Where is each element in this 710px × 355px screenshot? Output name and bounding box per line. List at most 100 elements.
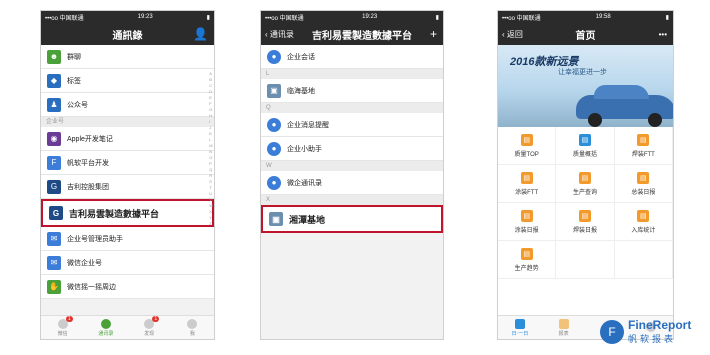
person-icon: [187, 318, 198, 329]
section-header: W: [261, 161, 443, 171]
list-item[interactable]: G 吉利控股集团: [41, 175, 214, 199]
carrier: •••oo 中国联通: [45, 15, 84, 22]
brand-name: FineReport: [628, 318, 692, 332]
clock: 19:23: [137, 14, 153, 20]
grid-item[interactable]: ▤ 涂装日报: [498, 203, 557, 241]
page-title: 首页: [575, 30, 596, 42]
tab-bar: 1 微信 通讯录 1 发现 我: [41, 315, 214, 339]
wheel: [648, 113, 662, 127]
grid-item[interactable]: ▤ 涂装FTT: [498, 165, 557, 203]
tab-home[interactable]: 日·一日: [498, 316, 542, 339]
report-icon: ▤: [637, 133, 650, 146]
tab-reports[interactable]: 报表: [542, 316, 586, 339]
grid-item[interactable]: ▤ 入库统计: [614, 203, 673, 241]
contacts-icon: ●: [267, 175, 281, 190]
home-icon: [514, 318, 525, 329]
grid-item[interactable]: ▤ 焊装日报: [556, 203, 615, 241]
assistant-icon: ●: [267, 141, 281, 156]
battery-icon: ▮: [206, 14, 210, 21]
phone-dashboard: •••oo 中国联通 19:58 ▮ ‹ 返回 首页 ••• 2016款新远景 …: [497, 10, 674, 340]
back-button[interactable]: ‹ 通讯录: [265, 29, 294, 40]
list-item[interactable]: ♟ 公众号: [41, 93, 214, 117]
brand-cn: 帆软报表: [628, 334, 677, 344]
grid-item[interactable]: ▤ 焊装FTT: [614, 127, 673, 165]
index-bar[interactable]: ABCDEFGHIJKLMNOPQRSTUVWXYZ: [209, 71, 213, 227]
add-contact-icon[interactable]: 👤: [193, 27, 208, 41]
back-button[interactable]: ‹ 返回: [502, 29, 523, 40]
banner-subtitle: 让幸福更进一步: [558, 69, 607, 76]
battery-icon: ▮: [435, 14, 439, 21]
finereport-logo-icon: F: [600, 319, 624, 344]
grid-item[interactable]: ▤ 质量概括: [556, 127, 615, 165]
list-item[interactable]: ▣ 临海基地: [261, 79, 443, 103]
report-icon: ▤: [520, 209, 533, 222]
report-icon: [558, 318, 569, 329]
add-icon[interactable]: +: [430, 27, 437, 41]
grid-item[interactable]: ▤ 总装日报: [614, 165, 673, 203]
official-account-icon: ♟: [47, 97, 61, 112]
status-bar: •••oo 中国联通 19:23 ▮: [261, 11, 443, 23]
list-item[interactable]: ◉ Apple开发笔记: [41, 127, 214, 151]
report-icon: ▤: [637, 171, 650, 184]
battery-icon: ▮: [665, 14, 669, 21]
list-item[interactable]: ✋ 微信摇一摇周边: [41, 275, 214, 299]
base-icon: ▣: [267, 83, 281, 98]
base-icon: ▣: [269, 212, 283, 226]
section-header: 企业号: [41, 117, 214, 127]
section-header: Q: [261, 103, 443, 113]
grid-item[interactable]: ▤ 生产查询: [556, 165, 615, 203]
status-bar: •••oo 中国联通 19:23 ▮: [41, 11, 214, 23]
tab-wechat[interactable]: 1 微信: [41, 315, 84, 339]
status-bar: •••oo 中国联通 19:58 ▮: [498, 11, 673, 23]
list-item[interactable]: ✉ 企业号管理员助手: [41, 227, 214, 251]
section-header: L: [261, 69, 443, 79]
chat-icon: 1: [57, 315, 73, 329]
list-item-highlighted[interactable]: ▣ 湘潭基地: [261, 205, 443, 233]
list-item[interactable]: ◆ 标签: [41, 69, 214, 93]
list-item[interactable]: ● 微企通讯录: [261, 171, 443, 195]
report-icon: ▤: [578, 133, 591, 146]
report-icon: ▤: [578, 171, 591, 184]
nav-bar: ‹ 返回 首页 •••: [498, 23, 673, 45]
contacts-icon: [100, 318, 111, 329]
list-item[interactable]: F 帆软平台开发: [41, 151, 214, 175]
report-icon: ▤: [520, 133, 533, 146]
reminder-icon: ●: [267, 117, 281, 132]
list-item[interactable]: ● 企业消息提醒: [261, 113, 443, 137]
enterprise-chat-icon: ●: [267, 49, 281, 64]
report-icon: ▤: [578, 209, 591, 222]
admin-helper-icon: ✉: [47, 231, 61, 246]
wechat-enterprise-icon: ✉: [47, 255, 61, 270]
brand-logo: F FineReport 帆软报表: [600, 318, 691, 345]
grid-item-empty: [556, 241, 615, 279]
list-item[interactable]: ● 企业会话: [261, 45, 443, 69]
finereport-icon: F: [47, 155, 61, 170]
phone-contacts: •••oo 中国联通 19:23 ▮ 通訊錄 👤 ☻ 群聊 ◆ 标签 ♟ 公众号…: [40, 10, 215, 340]
phone-platform: •••oo 中国联通 19:23 ▮ ‹ 通讯录 吉利易雲製造數據平台 + ● …: [260, 10, 444, 340]
tab-me[interactable]: 我: [171, 316, 214, 339]
section-header: X: [261, 195, 443, 205]
report-icon: ▤: [520, 247, 533, 260]
promo-banner[interactable]: 2016款新远景 让幸福更进一步: [498, 45, 673, 127]
page-title: 吉利易雲製造數據平台: [312, 30, 412, 42]
tag-icon: ◆: [47, 73, 61, 88]
report-grid: ▤ 质量TOP ▤ 质量概括 ▤ 焊装FTT ▤ 涂装FTT ▤ 生产查询 ▤ 总装日报 ▤…: [498, 127, 673, 279]
list-item-highlighted[interactable]: G 吉利易雲製造數據平台: [41, 199, 214, 227]
tab-contacts[interactable]: 通讯录: [84, 316, 127, 339]
compass-icon: 1: [144, 315, 160, 329]
grid-item-empty: [614, 241, 673, 279]
report-icon: ▤: [520, 171, 533, 184]
more-icon[interactable]: •••: [659, 30, 667, 39]
grid-item[interactable]: ▤ 生产趋势: [498, 241, 557, 279]
shake-icon: ✋: [47, 279, 61, 294]
apple-notes-icon: ◉: [47, 131, 61, 146]
nav-bar: 通訊錄 👤: [41, 23, 214, 45]
grid-item[interactable]: ▤ 质量TOP: [498, 127, 557, 165]
list-item[interactable]: ● 企业小助手: [261, 137, 443, 161]
tab-discover[interactable]: 1 发现: [128, 315, 171, 339]
list-item[interactable]: ☻ 群聊: [41, 45, 214, 69]
group-icon: ☻: [47, 49, 61, 64]
report-icon: ▤: [637, 209, 650, 222]
geely-icon: G: [47, 179, 61, 194]
list-item[interactable]: ✉ 微信企业号: [41, 251, 214, 275]
